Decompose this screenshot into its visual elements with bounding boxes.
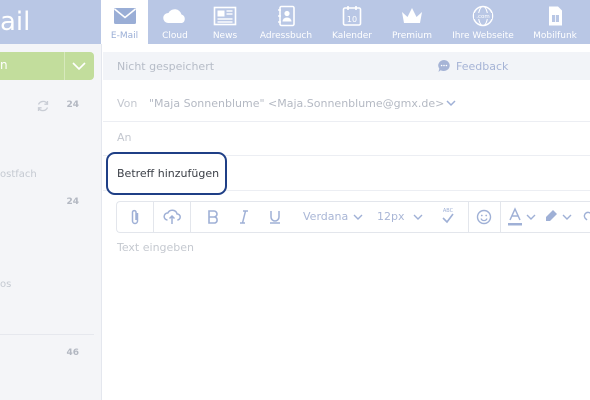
font-size-value: 12px xyxy=(377,210,405,223)
text-color-select[interactable] xyxy=(505,202,537,232)
nav-label: Cloud xyxy=(162,31,188,41)
from-label: Von xyxy=(117,97,138,110)
bottom-count: 46 xyxy=(66,348,79,358)
nav-news[interactable]: News xyxy=(201,0,249,44)
chevron-down-icon xyxy=(413,214,423,220)
website-domain-text: .com xyxy=(476,14,490,20)
chevron-down-icon xyxy=(526,214,536,220)
chevron-down-icon xyxy=(353,214,363,220)
chevron-down-icon xyxy=(562,214,572,220)
underline-icon[interactable] xyxy=(268,209,282,225)
nav-label: Adressbuch xyxy=(259,31,313,41)
nav-address-book[interactable]: Adressbuch xyxy=(255,0,317,44)
font-size-select[interactable]: 12px xyxy=(376,202,426,232)
link-icon[interactable] xyxy=(581,210,590,224)
toolbar-divider xyxy=(468,202,469,232)
nav-calendar[interactable]: 10 Kalender xyxy=(327,0,377,44)
chevron-down-icon[interactable] xyxy=(71,59,87,73)
toolbar-divider xyxy=(190,202,191,232)
sidebar-item-outbox[interactable]: ostfach xyxy=(0,169,37,180)
formatting-toolbar: Verdana 12px ABC xyxy=(116,201,590,233)
calendar-icon: 10 xyxy=(342,6,362,26)
highlighter-icon xyxy=(546,210,557,221)
toolbar-divider xyxy=(500,202,501,232)
refresh-icon[interactable] xyxy=(36,99,50,113)
nav-label: E-Mail xyxy=(110,31,139,41)
address-book-icon xyxy=(278,5,295,27)
emoji-icon[interactable] xyxy=(476,209,492,225)
nav-cloud[interactable]: Cloud xyxy=(151,0,199,44)
subject-placeholder: Betreff hinzufügen xyxy=(117,167,220,180)
from-row: Von "Maja Sonnenblume" <Maja.Sonnenblume… xyxy=(103,86,590,122)
spellcheck-label: ABC xyxy=(443,208,454,214)
calendar-day-number: 10 xyxy=(347,15,357,24)
top-navigation-bar: ail E-Mail Cloud News Adressbuch 10 Kale… xyxy=(0,0,590,44)
cloud-upload-icon xyxy=(163,209,181,224)
from-address-select[interactable]: "Maja Sonnenblume" <Maja.Sonnenblume@gmx… xyxy=(149,97,444,110)
nav-website[interactable]: .com Ihre Webseite xyxy=(449,0,517,44)
font-family-select[interactable]: Verdana xyxy=(301,202,365,232)
font-family-value: Verdana xyxy=(303,210,349,223)
save-status-bar: Nicht gespeichert Feedback xyxy=(103,52,590,80)
chevron-down-icon[interactable] xyxy=(445,98,457,108)
inbox-count: 24 xyxy=(66,100,79,110)
brand-logo[interactable]: ail xyxy=(0,0,100,44)
save-status-text: Nicht gespeichert xyxy=(117,60,215,73)
folder-count: 24 xyxy=(66,197,79,207)
cloud-attach-button[interactable] xyxy=(154,202,190,232)
subject-input[interactable]: Betreff hinzufügen xyxy=(106,152,227,195)
brand-logo-text: ail xyxy=(0,7,31,37)
envelope-icon xyxy=(113,8,136,24)
nav-email[interactable]: E-Mail xyxy=(101,0,148,44)
globe-icon: .com xyxy=(472,5,494,27)
italic-icon[interactable] xyxy=(237,209,251,225)
sidebar: n 24 ostfach 24 os 46 xyxy=(0,44,102,400)
message-body-editor[interactable]: Text eingeben xyxy=(117,241,194,254)
sidebar-divider xyxy=(0,334,94,335)
nav-mobile[interactable]: Mobilfunk xyxy=(528,0,582,44)
text-color-icon xyxy=(508,207,522,226)
spellcheck-button[interactable]: ABC xyxy=(439,202,459,232)
crown-icon xyxy=(402,8,422,23)
cloud-icon xyxy=(163,9,185,23)
highlight-color-select[interactable] xyxy=(541,202,573,232)
feedback-label: Feedback xyxy=(456,60,509,73)
attach-button[interactable] xyxy=(117,202,153,232)
compose-button-divider xyxy=(64,52,65,80)
nav-label: Mobilfunk xyxy=(533,31,577,41)
speech-bubble-icon xyxy=(438,60,450,72)
to-row: An xyxy=(103,120,590,156)
sim-card-icon xyxy=(549,6,562,26)
news-icon xyxy=(213,6,237,26)
sidebar-item-misc[interactable]: os xyxy=(0,279,11,290)
paperclip-icon xyxy=(131,209,139,225)
spellcheck-icon: ABC xyxy=(442,208,454,224)
nav-label: Ihre Webseite xyxy=(452,31,514,41)
nav-premium[interactable]: Premium xyxy=(388,0,436,44)
compose-button-label: n xyxy=(0,58,8,72)
nav-label: Kalender xyxy=(332,31,372,41)
nav-label: Premium xyxy=(391,31,433,41)
to-field[interactable]: An xyxy=(117,131,132,144)
bold-icon[interactable] xyxy=(206,209,220,225)
nav-label: News xyxy=(212,31,238,41)
compose-button[interactable]: n xyxy=(0,52,94,80)
